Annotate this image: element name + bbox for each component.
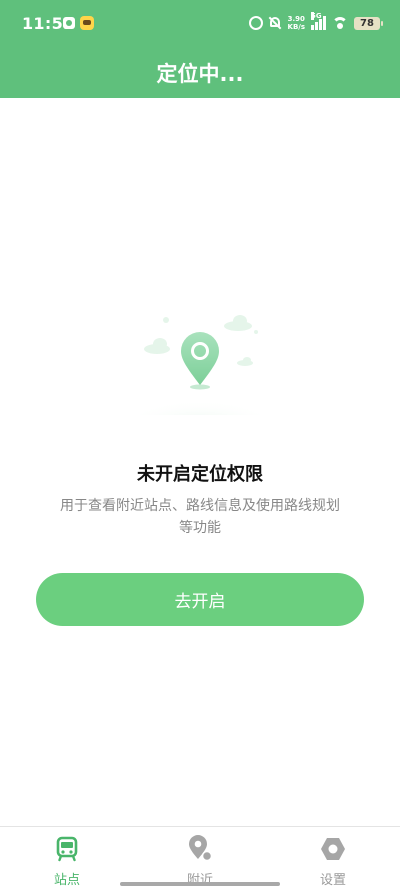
home-indicator[interactable]	[120, 882, 280, 886]
tab-settings-label: 设置	[319, 873, 346, 888]
status-indicators: 3.90 KB/s 5G 78	[248, 12, 383, 34]
tab-nearby[interactable]: 附近	[150, 835, 250, 888]
cellular-signal-icon: 5G	[311, 12, 326, 30]
network-speed-unit: KB/s	[287, 23, 305, 31]
settings-icon	[321, 838, 345, 860]
network-speed-value: 3.90	[287, 15, 305, 23]
tab-settings[interactable]: 设置	[283, 835, 383, 888]
location-illustration-icon	[130, 315, 270, 415]
network-type: 5G	[311, 12, 322, 20]
wechat-notification-icon	[63, 17, 75, 29]
battery-level: 78	[360, 17, 374, 29]
alarm-icon	[248, 16, 263, 30]
bottom-tab-bar: 站点 附近 设置	[0, 826, 400, 889]
battery-icon: 78	[354, 16, 383, 30]
permission-description: 用于查看附近站点、路线信息及使用路线规划等功能	[60, 498, 340, 536]
app-notification-icon	[80, 16, 94, 30]
mute-icon	[269, 16, 282, 30]
app-header: 11:53 3.90 KB/s 5G 78 定位中...	[0, 0, 400, 98]
page-title: 定位中...	[156, 62, 244, 86]
bus-icon	[56, 836, 78, 862]
tab-stations-label: 站点	[53, 873, 80, 888]
permission-heading: 未开启定位权限	[137, 464, 263, 485]
enable-location-button[interactable]: 去开启	[36, 573, 364, 626]
tab-stations[interactable]: 站点	[17, 835, 117, 888]
status-bar: 11:53 3.90 KB/s 5G 78	[0, 0, 400, 44]
wifi-icon	[332, 17, 348, 29]
network-speed: 3.90 KB/s	[288, 15, 305, 31]
location-icon	[189, 835, 213, 862]
